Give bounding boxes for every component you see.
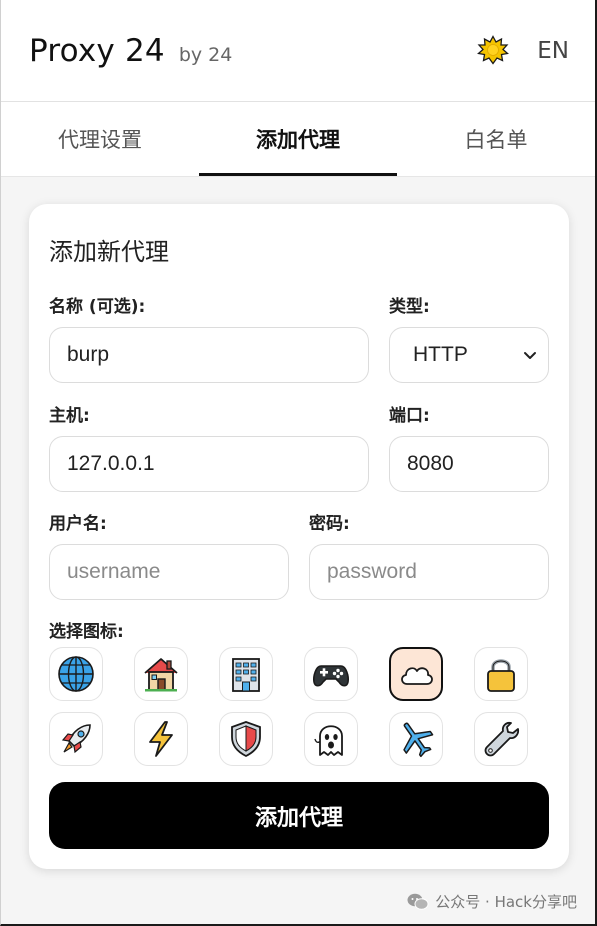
airplane-icon [403, 722, 434, 758]
username-field-group: 用户名: [49, 509, 289, 600]
theme-toggle-button[interactable] [475, 33, 511, 69]
lock-icon [487, 659, 515, 692]
shield-icon [231, 721, 261, 758]
add-proxy-submit-button[interactable]: 添加代理 [49, 782, 549, 849]
proxy-app-window: Proxy 24 by 24 EN 代理设置 添加代理 白名单 添加新代理 名称… [0, 0, 597, 926]
type-label: 类型: [389, 297, 430, 317]
globe-icon [58, 656, 94, 692]
icon-option-house[interactable] [134, 647, 188, 701]
lightning-icon [149, 721, 173, 757]
type-selected-value: HTTP [413, 343, 468, 366]
password-field-group: 密码: [309, 509, 549, 600]
watermark: 公众号 · Hack分享吧 [407, 891, 577, 912]
icon-option-office-building[interactable] [219, 647, 273, 701]
rocket-icon [61, 724, 91, 754]
watermark-text: 公众号 · Hack分享吧 [435, 893, 577, 911]
icon-option-shield[interactable] [219, 712, 273, 766]
app-title: Proxy 24 [29, 32, 165, 69]
icon-picker-label: 选择图标: [49, 622, 124, 642]
tab-whitelist[interactable]: 白名单 [397, 102, 595, 176]
card-title: 添加新代理 [49, 238, 169, 266]
ghost-icon [314, 725, 343, 756]
game-controller-icon [313, 665, 349, 687]
name-label: 名称 (可选): [49, 297, 146, 317]
icon-option-rocket[interactable] [49, 712, 103, 766]
username-label: 用户名: [49, 514, 107, 534]
add-proxy-card: 添加新代理 名称 (可选): 类型: HTTP 主机: 端口: [29, 204, 569, 869]
password-input[interactable] [309, 544, 549, 600]
chevron-down-icon [524, 352, 536, 359]
port-input[interactable] [389, 436, 549, 492]
tab-bar: 代理设置 添加代理 白名单 [1, 102, 595, 177]
icon-option-lock[interactable] [474, 647, 528, 701]
icon-option-cloud[interactable] [389, 647, 443, 701]
host-input[interactable] [49, 436, 369, 492]
header: Proxy 24 by 24 EN [1, 0, 595, 102]
app-subtitle: by 24 [178, 43, 233, 66]
tab-add-proxy[interactable]: 添加代理 [199, 102, 397, 176]
icon-option-globe[interactable] [49, 647, 103, 701]
icon-picker-grid [49, 647, 528, 766]
host-label: 主机: [49, 406, 90, 426]
house-icon [144, 658, 178, 692]
icon-option-airplane[interactable] [389, 712, 443, 766]
name-field-group: 名称 (可选): [49, 292, 369, 383]
wrench-icon [484, 721, 520, 757]
password-label: 密码: [309, 514, 350, 534]
type-select[interactable]: HTTP [389, 327, 549, 383]
cloud-icon [401, 667, 433, 685]
port-label: 端口: [389, 406, 430, 426]
office-building-icon [232, 658, 260, 692]
language-toggle-button[interactable]: EN [537, 38, 569, 64]
tab-proxy-settings[interactable]: 代理设置 [1, 102, 199, 176]
port-field-group: 端口: [389, 401, 549, 492]
wechat-icon [407, 893, 429, 910]
icon-option-lightning[interactable] [134, 712, 188, 766]
icon-option-game-controller[interactable] [304, 647, 358, 701]
icon-option-ghost[interactable] [304, 712, 358, 766]
username-input[interactable] [49, 544, 289, 600]
sun-icon [477, 34, 510, 65]
icon-option-wrench[interactable] [474, 712, 528, 766]
name-input[interactable] [49, 327, 369, 383]
type-field-group: 类型: HTTP [389, 292, 549, 383]
host-field-group: 主机: [49, 401, 369, 492]
